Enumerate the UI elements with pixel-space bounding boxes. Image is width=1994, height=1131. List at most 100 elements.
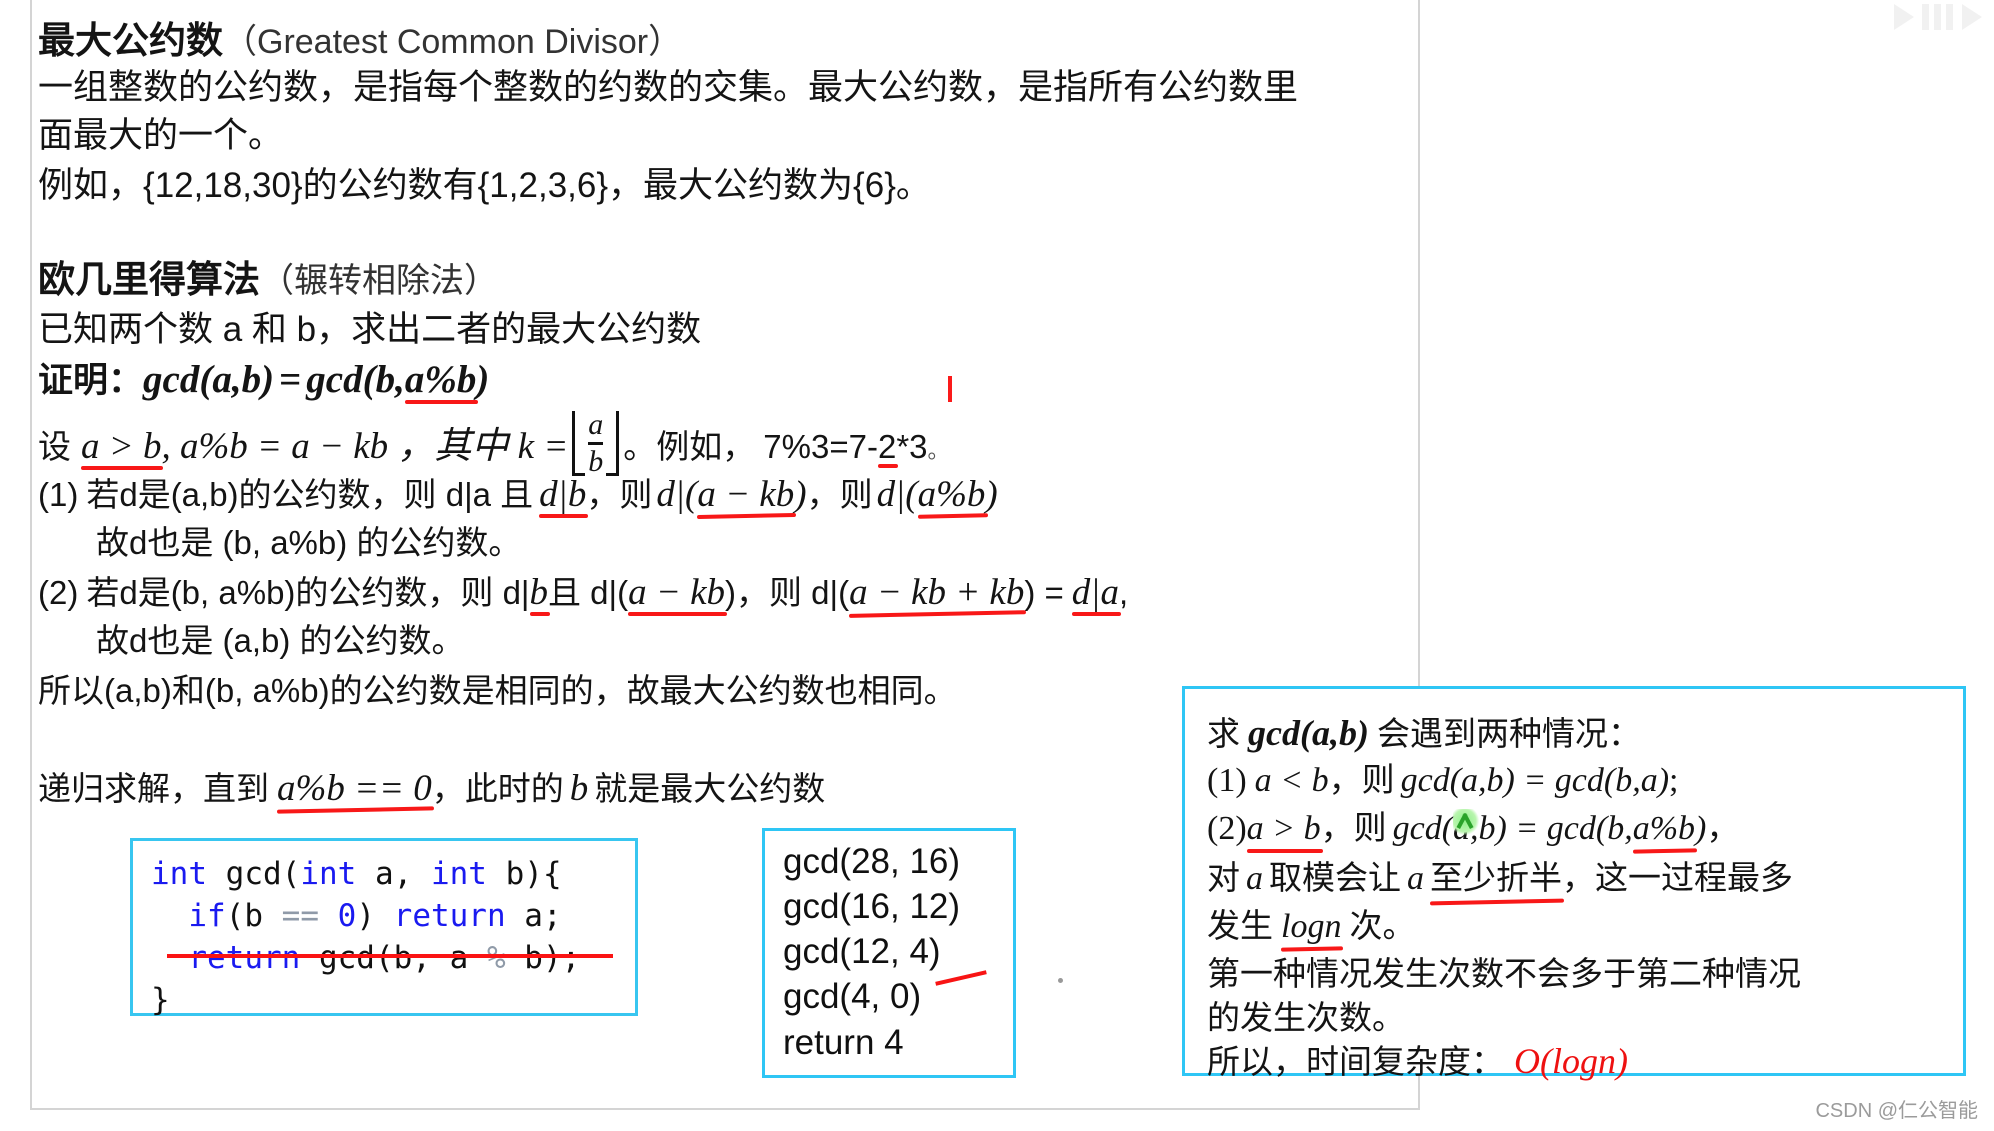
trace-line-5: return 4	[783, 1022, 904, 1062]
code-kw-int-3: int	[430, 856, 487, 892]
code-kw-int-1: int	[151, 856, 207, 892]
step2-ul-4: d|a	[1071, 572, 1122, 616]
section1-heading-cn: 最大公约数	[38, 20, 223, 61]
note-line1-suffix: 会遇到两种情况：	[1376, 715, 1641, 752]
step2-text-c: )，则 d|(	[725, 574, 850, 611]
step1-text-a: 若d是(a,b)的公约数，则 d|a 且	[86, 476, 534, 513]
fraction-denominator: b	[588, 445, 604, 478]
code-mod-op: %	[486, 940, 506, 977]
step2-text-d: ) =	[1024, 574, 1064, 611]
note-case2-label: (2)	[1207, 810, 1247, 847]
step1-ul-2: a − kb	[697, 474, 795, 515]
note-line1-formula: gcd(a,b)	[1248, 713, 1369, 753]
gcd-trace-box: gcd(28, 16) gcd(16, 12) gcd(12, 4) gcd(4…	[762, 828, 1016, 1078]
note-case1: (1) a < b，则 gcd(a,b) = gcd(b,a);	[1207, 753, 1678, 801]
section1-para-line2: 面最大的一个。	[38, 116, 284, 155]
fraction-a-over-b: ab	[585, 410, 606, 477]
note-case1-end: ;	[1669, 762, 1679, 799]
floor-bracket-right	[606, 411, 620, 476]
step2-ul-1: b	[529, 572, 550, 616]
proof-label: 证明：	[38, 361, 144, 400]
note-line-6: 第一种情况发生次数不会多于第二种情况	[1207, 955, 1801, 992]
code-block: int gcd(int a, int b){ if(b == 0) return…	[130, 838, 638, 1018]
setup-example: 7%3=7-2*3	[763, 428, 928, 468]
note-line4-c: ，这一过程最多	[1562, 859, 1793, 896]
note-case1-label: (1)	[1207, 762, 1247, 799]
step1-text-c: ，则	[806, 476, 873, 513]
step1-ul-1: d|b	[539, 474, 589, 518]
step2-text-a: 若d是(b, a%b)的公约数，则 d|	[86, 574, 530, 611]
note-line4-b: 取模会让	[1269, 859, 1401, 896]
section2-given-line: 已知两个数 a 和 b，求出二者的最大公约数	[38, 310, 702, 349]
note-case2-end: ，	[1706, 809, 1740, 846]
section1-para-line1: 一组整数的公约数，是指每个整数的约数的交集。最大公约数，是指所有公约数里	[38, 68, 1299, 107]
section2-heading: 欧几里得算法（辗转相除法）	[38, 261, 498, 298]
note-line-7: 的发生次数。	[1207, 999, 1405, 1036]
note-line4-var2: a	[1407, 860, 1424, 897]
code-kw-return-1: return	[393, 898, 506, 935]
trace-line-4: gcd(4, 0)	[783, 977, 922, 1017]
step2-text-e: ,	[1118, 574, 1129, 611]
setup-mid: , a%b = a − kb ，其中 k =	[161, 426, 569, 467]
recursion-line: 递归求解，直到 a%b == 0，此时的 b 就是最大公约数	[38, 770, 825, 807]
recursion-prefix: 递归求解，直到	[38, 770, 269, 807]
step2-line: (2) 若d是(b, a%b)的公约数，则 d|b且 d|(a − kb)，则 d…	[38, 572, 1129, 616]
note-line-4: 对 a 取模会让 a 至少折半，这一过程最多	[1207, 851, 1793, 899]
section2-heading-cn: 欧几里得算法	[38, 259, 260, 300]
code-kw-int-2: int	[300, 856, 357, 892]
proof-eq: =	[279, 358, 302, 401]
trace-line-3: gcd(12, 4)	[783, 932, 941, 972]
step2-ul-2: a − kb	[628, 572, 727, 616]
setup-example-underlined: 2	[877, 428, 899, 468]
proof-statement: 证明：gcd(a,b) = gcd(b,a%b)	[38, 358, 489, 404]
step1-ul-3: a%b	[917, 474, 986, 515]
note-line1-prefix: 求	[1207, 715, 1240, 752]
complexity-note-box: 求 gcd(a,b) 会遇到两种情况： (1) a < b，则 gcd(a,b) = g…	[1182, 686, 1966, 1081]
recursion-mid: ，此时的	[431, 770, 564, 807]
note-case2-formula-underlined: a%b	[1632, 810, 1696, 847]
stray-dot-artifact	[1058, 978, 1063, 983]
note-case2-formula-prefix: gcd(a,b) = gcd(b,	[1392, 810, 1633, 847]
video-player-logo-icon	[1894, 4, 1982, 30]
note-line4-a: 对	[1207, 859, 1240, 896]
code-line-1: int gcd(int a, int b){	[151, 856, 562, 892]
recursion-var: b	[569, 768, 589, 809]
trace-line-2: gcd(16, 12)	[783, 887, 961, 927]
note-line-5: 发生 logn 次。	[1207, 899, 1415, 947]
proof-rhs-underlined: a%b	[404, 358, 478, 404]
floor-bracket-fraction: ab	[572, 410, 620, 477]
step2-text-b: 且 d|(	[548, 574, 629, 611]
section2-heading-en: （辗转相除法）	[260, 262, 498, 300]
setup-line: 设 a > b, a%b = a − kb ，其中 k = a b 。例如， 7%3=7-…	[38, 410, 950, 477]
note-line5-underlined: logn	[1281, 908, 1342, 945]
code-line-4: }	[151, 982, 170, 1019]
fraction-numerator: a	[588, 408, 604, 441]
step2-label: (2)	[38, 574, 79, 611]
code-zero: 0	[337, 898, 357, 935]
note-line-8: 所以，时间复杂度： O(logn)	[1207, 1035, 1628, 1083]
trace-line-1: gcd(28, 16)	[783, 842, 961, 881]
proof-rhs-prefix: gcd(b,	[306, 358, 405, 401]
code-kw-return-2: return	[188, 940, 301, 977]
note-case2-cond: a > b	[1246, 810, 1323, 853]
proof-lhs: gcd(a,b)	[143, 358, 275, 401]
code-line-2: if(b == 0) return a;	[188, 898, 562, 935]
setup-period: 。	[927, 438, 950, 463]
setup-prefix: 设	[38, 428, 71, 465]
floor-bracket-left	[572, 411, 586, 476]
section1-heading-en: （Greatest Common Divisor）	[223, 23, 683, 61]
note-case2-mid: ，则	[1320, 809, 1387, 846]
note-line4-underlined: 至少折半	[1430, 851, 1562, 899]
note-line8-prefix: 所以，时间复杂度：	[1207, 1043, 1504, 1080]
note-line4-var: a	[1246, 860, 1263, 897]
code-line-3: return gcd(b, a % b);	[188, 940, 581, 977]
section1-heading: 最大公约数（Greatest Common Divisor）	[38, 22, 682, 59]
step2-ul-3: a − kb + kb	[849, 572, 1025, 613]
cursor-pointer-icon	[1453, 809, 1479, 835]
code-kw-if: if	[188, 898, 226, 935]
red-tick-mark	[948, 376, 952, 402]
section1-para-line3: 例如，{12,18,30}的公约数有{1,2,3,6}，最大公约数为{6}。	[38, 166, 931, 205]
note-line-1: 求 gcd(a,b) 会遇到两种情况：	[1207, 707, 1641, 755]
complexity-value: O(logn)	[1514, 1041, 1628, 1081]
note-case1-formula: gcd(a,b) = gcd(b,a)	[1400, 762, 1670, 799]
